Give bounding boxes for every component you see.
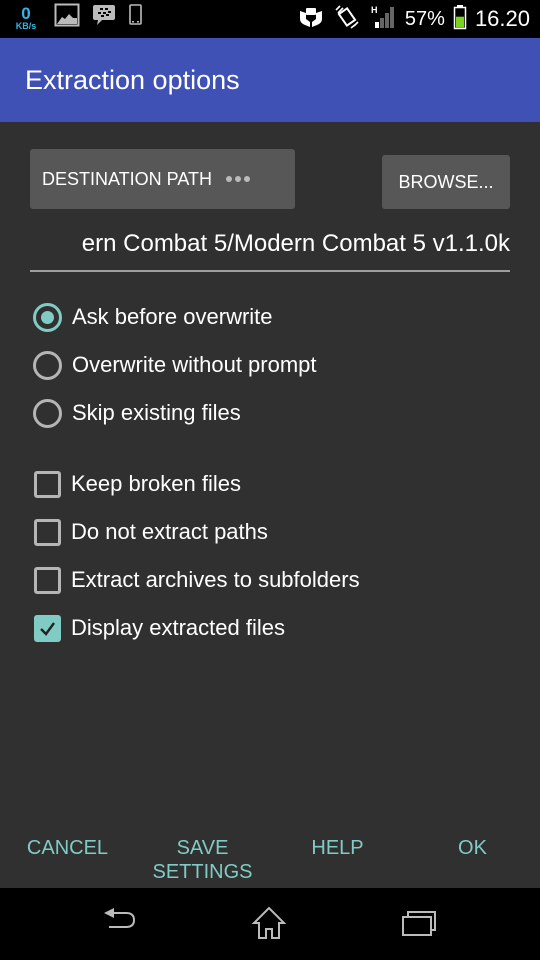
radio-ask-before-overwrite[interactable]: Ask before overwrite bbox=[33, 299, 273, 335]
radio-button[interactable] bbox=[33, 302, 62, 332]
cancel-button[interactable]: CANCEL bbox=[20, 836, 115, 860]
ok-button[interactable]: OK bbox=[445, 836, 500, 860]
radio-skip-existing-files[interactable]: Skip existing files bbox=[33, 395, 241, 431]
destination-path-input[interactable]: ern Combat 5/Modern Combat 5 v1.1.0k bbox=[30, 222, 510, 272]
radio-overwrite-without-prompt[interactable]: Overwrite without prompt bbox=[33, 347, 317, 383]
clock: 16.20 bbox=[474, 6, 530, 31]
network-speed-indicator: 0 KB/s bbox=[10, 5, 42, 31]
app-bar: Extraction options bbox=[0, 38, 540, 122]
checkbox-label: Do not extract paths bbox=[71, 519, 268, 544]
home-icon[interactable] bbox=[251, 905, 287, 946]
browse-button[interactable]: BROWSE... bbox=[382, 155, 510, 209]
checkbox-display-extracted-files[interactable]: Display extracted files bbox=[33, 610, 285, 646]
hspa-signal-icon: H bbox=[369, 4, 397, 35]
radio-label: Overwrite without prompt bbox=[72, 352, 317, 377]
destination-path-label: DESTINATION PATH bbox=[42, 168, 213, 189]
network-speed-unit: KB/s bbox=[15, 20, 37, 31]
more-options-icon bbox=[226, 176, 251, 182]
radio-label: Skip existing files bbox=[72, 400, 241, 425]
battery-icon bbox=[453, 4, 467, 35]
stamina-mode-icon bbox=[297, 5, 325, 34]
radio-label: Ask before overwrite bbox=[72, 304, 273, 329]
checkbox[interactable] bbox=[34, 470, 61, 498]
checkbox-keep-broken-files[interactable]: Keep broken files bbox=[33, 466, 241, 502]
navigation-bar bbox=[0, 888, 540, 960]
extraction-options-dialog: DESTINATION PATH BROWSE... ern Combat 5/… bbox=[0, 122, 540, 888]
battery-percent: 57% bbox=[404, 7, 445, 30]
back-icon[interactable] bbox=[100, 905, 138, 946]
destination-path-value: ern Combat 5/Modern Combat 5 v1.1.0k bbox=[81, 230, 510, 257]
checkbox-label: Keep broken files bbox=[71, 471, 241, 496]
checkbox[interactable] bbox=[34, 614, 61, 642]
gallery-notification-icon bbox=[54, 3, 80, 32]
checkbox[interactable] bbox=[34, 566, 61, 594]
phone-notification-icon bbox=[128, 3, 144, 32]
status-bar: 0 KB/s H 57% 16.20 bbox=[0, 0, 540, 38]
radio-button[interactable] bbox=[33, 350, 62, 380]
network-type-label: H bbox=[371, 5, 378, 15]
save-settings-button[interactable]: SAVE SETTINGS bbox=[140, 836, 265, 884]
vibrate-icon bbox=[333, 4, 361, 35]
destination-path-button[interactable]: DESTINATION PATH bbox=[30, 149, 295, 209]
checkbox-do-not-extract-paths[interactable]: Do not extract paths bbox=[33, 514, 268, 550]
save-settings-line2: SETTINGS bbox=[152, 861, 253, 883]
checkbox[interactable] bbox=[34, 518, 61, 546]
bbm-notification-icon bbox=[92, 3, 116, 32]
dialog-title: Extraction options bbox=[25, 65, 240, 95]
radio-button[interactable] bbox=[33, 398, 62, 428]
checkbox-label: Display extracted files bbox=[71, 615, 285, 640]
network-speed-value: 0 bbox=[21, 3, 31, 23]
recent-apps-icon[interactable] bbox=[400, 905, 438, 946]
save-settings-line1: SAVE bbox=[176, 837, 229, 859]
checkmark-icon bbox=[40, 621, 55, 636]
help-button[interactable]: HELP bbox=[300, 836, 375, 860]
checkbox-extract-archives-to-subfolders[interactable]: Extract archives to subfolders bbox=[33, 562, 360, 598]
checkbox-label: Extract archives to subfolders bbox=[71, 567, 360, 592]
